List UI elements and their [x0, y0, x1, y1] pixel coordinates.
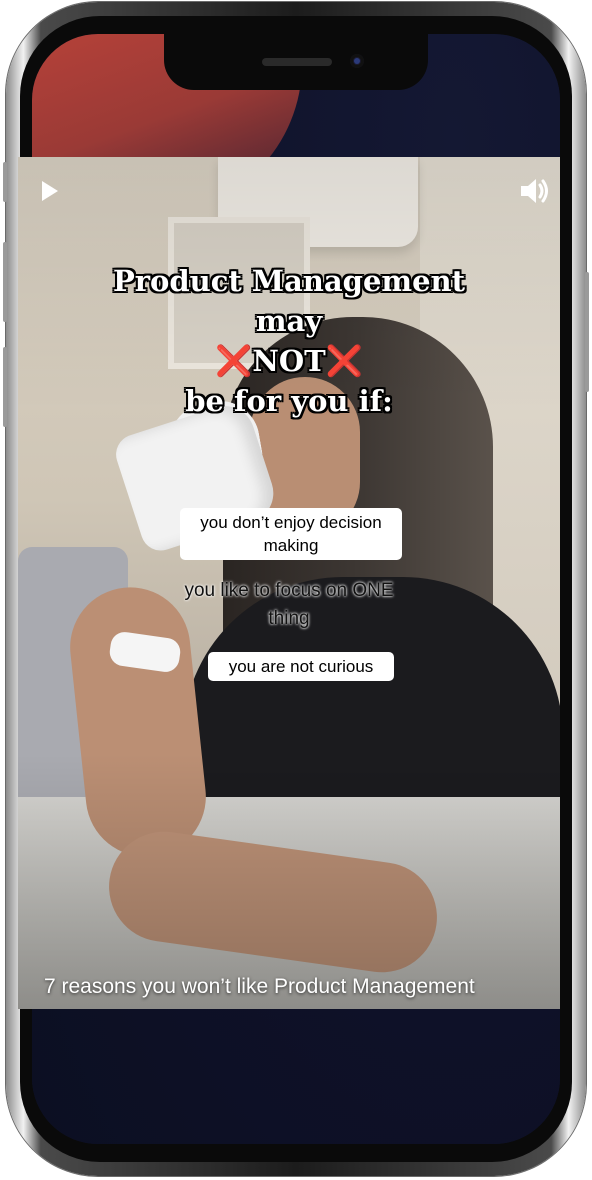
- reason-line: thing: [268, 608, 310, 629]
- reason-line: you are not curious: [228, 657, 374, 676]
- speaker-volume-icon: [521, 179, 548, 203]
- play-icon: [42, 181, 58, 201]
- video-player[interactable]: Product Management may ❌NOT❌ be for you …: [18, 157, 560, 1009]
- overlay-title-line-2: may: [255, 304, 323, 338]
- silent-switch: [3, 162, 7, 202]
- sound-button[interactable]: [518, 176, 550, 206]
- reason-sticker-not-curious: you are not curious: [208, 652, 394, 681]
- overlay-title-line-4: be for you if:: [185, 384, 393, 418]
- reason-line: you don’t enjoy decision: [200, 513, 382, 532]
- notch: [164, 34, 428, 90]
- overlay-title-not: NOT: [252, 344, 326, 378]
- play-button[interactable]: [36, 178, 62, 204]
- reason-line: you like to focus on ONE: [184, 580, 394, 601]
- video-caption: 7 reasons you won’t like Product Managem…: [44, 975, 475, 998]
- volume-up-button: [3, 242, 7, 322]
- front-camera: [350, 54, 364, 68]
- red-x-icon: ❌: [214, 344, 253, 379]
- reason-line: making: [263, 536, 319, 555]
- reason-sticker-decision-making: you don’t enjoy decision making: [180, 508, 402, 560]
- volume-down-button: [3, 347, 7, 427]
- reason-caption-focus-one-thing: you like to focus on ONE thing: [18, 577, 560, 633]
- red-x-icon: ❌: [325, 344, 364, 379]
- overlay-title-line-1: Product Management: [112, 264, 466, 298]
- earpiece-speaker: [262, 58, 332, 66]
- overlay-title-line-3: ❌NOT❌: [18, 341, 560, 382]
- power-button: [585, 272, 589, 392]
